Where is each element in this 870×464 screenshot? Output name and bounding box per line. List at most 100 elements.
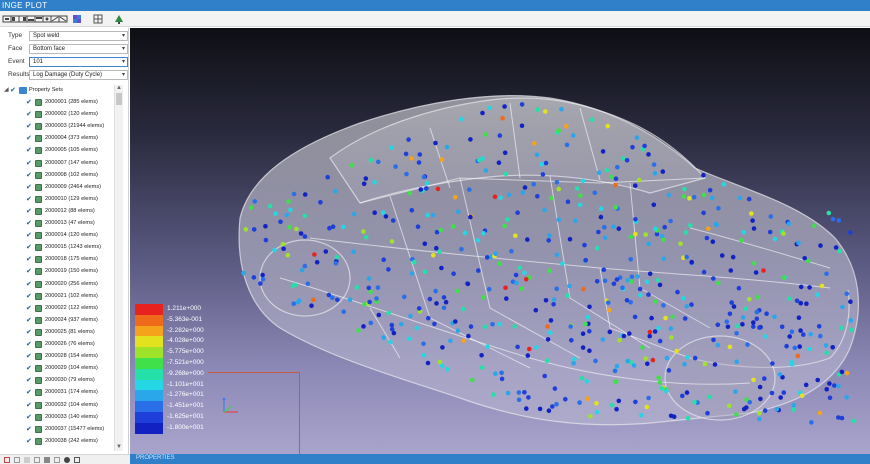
- tree-item[interactable]: ✔ 2000004 (373 elems): [26, 135, 116, 144]
- face-select[interactable]: Bottom face ▾: [29, 44, 128, 54]
- tree-item[interactable]: ✔ 2000008 (102 elems): [26, 171, 116, 181]
- tree-item[interactable]: ✔ 2000015 (1243 elems): [26, 244, 116, 253]
- event-select[interactable]: 101 ▾: [29, 57, 128, 67]
- tree-item[interactable]: ✔ 2000030 (79 elems): [26, 377, 116, 386]
- tree-item[interactable]: ✔ 2000020 (256 elems): [26, 280, 116, 290]
- weld-point: [692, 355, 698, 361]
- grid-icon[interactable]: [14, 457, 20, 463]
- tree-item[interactable]: ✔ 2000014 (120 elems): [26, 232, 116, 241]
- tree-item[interactable]: ✔ 2000025 (81 elems): [26, 328, 116, 338]
- checkbox-icon[interactable]: ✔: [26, 160, 33, 167]
- checkbox-icon[interactable]: ✔: [26, 317, 33, 324]
- checkbox-icon[interactable]: ✔: [10, 87, 17, 94]
- circle-icon[interactable]: [64, 457, 70, 463]
- weld-point: [747, 297, 752, 302]
- expand-icon[interactable]: ◢: [4, 87, 9, 94]
- square-icon[interactable]: [24, 457, 30, 463]
- tree-item[interactable]: ✔ 2000028 (154 elems): [26, 353, 116, 362]
- legend-value: -1.625e+001: [167, 413, 204, 420]
- scroll-down-icon[interactable]: ▼: [115, 444, 123, 451]
- tree-item[interactable]: ✔ 2000009 (2464 elems): [26, 183, 116, 193]
- weld-point: [437, 249, 443, 254]
- checkbox-icon[interactable]: ✔: [26, 389, 33, 396]
- checkbox-icon[interactable]: ✔: [26, 293, 33, 300]
- tree-item[interactable]: ✔ 2000037 (15477 elems): [26, 425, 116, 435]
- tree-item-label: 2000007 (147 elems): [45, 159, 98, 166]
- checkbox-icon[interactable]: ✔: [26, 426, 33, 433]
- tree-item[interactable]: ✔ 2000038 (242 elems): [26, 437, 116, 447]
- tree-item[interactable]: ✔ 2000007 (147 elems): [26, 159, 116, 169]
- tree-item[interactable]: ✔ 2000021 (102 elems): [26, 292, 116, 302]
- checkbox-icon[interactable]: ✔: [26, 172, 33, 179]
- checkbox-icon[interactable]: ✔: [26, 281, 33, 288]
- tree-item[interactable]: ✔ 2000002 (120 elems): [26, 111, 116, 120]
- checkbox-icon[interactable]: ✔: [26, 414, 33, 421]
- tree-item[interactable]: ✔ 2000022 (122 elems): [26, 304, 116, 314]
- weld-point: [774, 406, 780, 412]
- checkbox-icon[interactable]: ✔: [26, 353, 33, 360]
- checkbox-icon[interactable]: ✔: [26, 220, 33, 227]
- checkbox-icon[interactable]: ✔: [26, 99, 33, 106]
- checkbox-icon[interactable]: ✔: [26, 184, 33, 191]
- color-icon[interactable]: [72, 14, 82, 24]
- tree-root[interactable]: ◢ ✔ Property Sets: [4, 87, 120, 96]
- weld-point: [480, 295, 486, 300]
- weld-point: [305, 281, 311, 287]
- checkbox-icon[interactable]: ✔: [26, 341, 33, 348]
- checkbox-icon[interactable]: ✔: [26, 438, 33, 445]
- grid-icon[interactable]: [93, 14, 103, 24]
- tree-item[interactable]: ✔ 2000033 (140 elems): [26, 413, 116, 423]
- checkbox-icon[interactable]: ✔: [26, 329, 33, 336]
- scroll-up-icon[interactable]: ▲: [115, 85, 123, 92]
- checkbox-icon[interactable]: ✔: [26, 305, 33, 312]
- weld-point: [351, 211, 357, 217]
- checkbox-icon[interactable]: ✔: [26, 365, 33, 372]
- grid-icon[interactable]: [4, 457, 10, 463]
- tree-scrollbar[interactable]: ▲ ▼: [114, 85, 123, 451]
- tree-item[interactable]: ✔ 2000024 (937 elems): [26, 316, 116, 326]
- tree-item[interactable]: ✔ 2000005 (105 elems): [26, 147, 116, 156]
- tree-item[interactable]: ✔ 2000018 (175 elems): [26, 256, 116, 265]
- type-select[interactable]: Spot weld ▾: [29, 31, 128, 41]
- weld-point: [493, 371, 498, 376]
- tree-item[interactable]: ✔ 2000010 (129 elems): [26, 195, 116, 205]
- checkbox-icon[interactable]: ✔: [26, 111, 33, 118]
- checkbox-icon[interactable]: ✔: [26, 244, 33, 251]
- checkbox-icon[interactable]: ✔: [26, 402, 33, 409]
- checkbox-icon[interactable]: ✔: [26, 147, 33, 154]
- tree-item[interactable]: ✔ 2000019 (150 elems): [26, 268, 116, 277]
- weld-point: [311, 297, 316, 303]
- square-icon[interactable]: [34, 457, 40, 463]
- tree-item-label: 2000014 (120 elems): [45, 232, 98, 239]
- square-icon[interactable]: [54, 457, 60, 463]
- weld-point: [789, 329, 795, 335]
- checkbox-icon[interactable]: ✔: [26, 232, 33, 239]
- checkbox-icon[interactable]: ✔: [26, 377, 33, 384]
- tree-item[interactable]: ✔ 2000032 (104 elems): [26, 401, 116, 411]
- results-select[interactable]: Log Damage (Duty Cycle) ▾: [29, 70, 128, 80]
- tree-item[interactable]: ✔ 2000013 (47 elems): [26, 220, 116, 229]
- grid-icon[interactable]: [74, 457, 80, 463]
- tree-item[interactable]: ✔ 2000031 (174 elems): [26, 389, 116, 398]
- tree-item[interactable]: ✔ 2000012 (88 elems): [26, 207, 116, 217]
- face-row: Face Bottom face ▾: [4, 44, 128, 54]
- checkbox-icon[interactable]: ✔: [26, 268, 33, 275]
- nav-icon[interactable]: [58, 14, 68, 24]
- legend-entry: -7.521e+000: [135, 358, 207, 369]
- square-icon[interactable]: [44, 457, 50, 463]
- weld-point: [661, 237, 666, 243]
- checkbox-icon[interactable]: ✔: [26, 135, 33, 142]
- weld-point: [777, 372, 783, 377]
- tree-item[interactable]: ✔ 2000029 (104 elems): [26, 365, 116, 374]
- tree-icon[interactable]: [114, 14, 124, 24]
- weld-point: [441, 305, 447, 311]
- scroll-thumb[interactable]: [116, 93, 122, 105]
- checkbox-icon[interactable]: ✔: [26, 256, 33, 263]
- checkbox-icon[interactable]: ✔: [26, 208, 33, 215]
- tree-item[interactable]: ✔ 2000003 (21944 elems): [26, 123, 116, 132]
- weld-point: [848, 230, 853, 235]
- checkbox-icon[interactable]: ✔: [26, 123, 33, 130]
- tree-item[interactable]: ✔ 2000001 (285 elems): [26, 99, 116, 108]
- checkbox-icon[interactable]: ✔: [26, 196, 33, 203]
- tree-item[interactable]: ✔ 2000026 (76 elems): [26, 341, 116, 350]
